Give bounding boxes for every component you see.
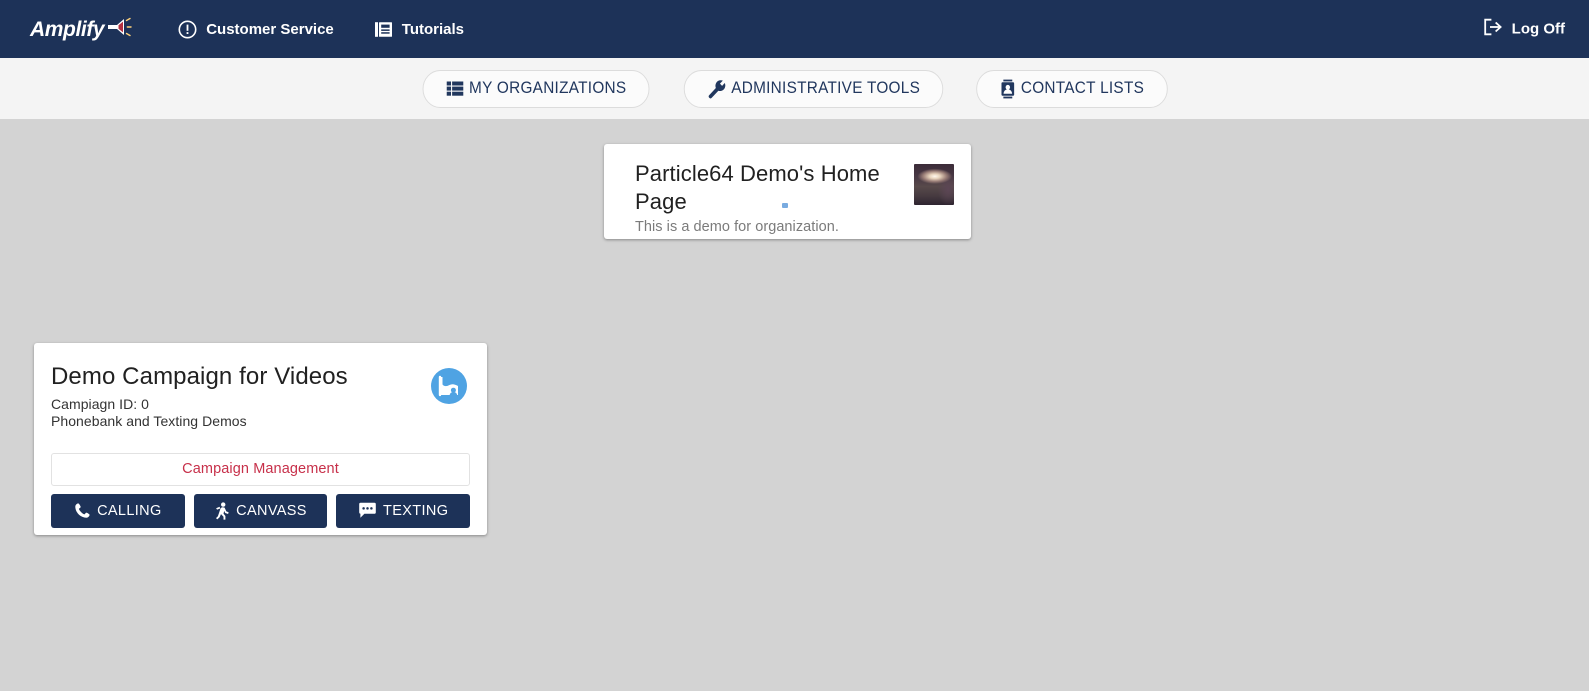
calling-button[interactable]: CALLING (51, 493, 185, 528)
contact-lists-button[interactable]: CONTACT LISTS (976, 69, 1168, 108)
amplify-logo[interactable]: Amplify (24, 16, 132, 43)
campaign-title: Demo Campaign for Videos (51, 363, 348, 390)
list-grid-icon (446, 80, 465, 97)
nav-tutorials-label: Tutorials (401, 20, 465, 38)
organization-card-row: Particle64 Demo's Home Page This is a de… (635, 160, 955, 235)
campaign-action-buttons: CALLING CANVASS TEXTING (51, 493, 471, 528)
texting-label: TEXTING (383, 502, 449, 519)
megaphone-icon (106, 16, 132, 43)
nav-customer-service[interactable]: Customer Service (178, 20, 334, 39)
campaign-flag-icon (429, 366, 469, 406)
log-off-button[interactable]: Log Off (1483, 18, 1565, 41)
organization-thumbnail (914, 164, 954, 205)
chat-bubble-icon (358, 502, 377, 519)
calling-label: CALLING (97, 502, 162, 519)
organization-text-block: Particle64 Demo's Home Page This is a de… (635, 160, 914, 235)
campaign-management-box[interactable]: Campaign Management (51, 452, 470, 486)
log-off-label: Log Off (1511, 20, 1565, 38)
canvass-label: CANVASS (236, 502, 307, 519)
main-content-area: Particle64 Demo's Home Page This is a de… (0, 119, 1589, 691)
campaign-card: Demo Campaign for Videos Campiagn ID: 0 … (34, 343, 487, 535)
campaign-description: Phonebank and Texting Demos (51, 413, 247, 430)
administrative-tools-button[interactable]: ADMINISTRATIVE TOOLS (684, 69, 944, 108)
campaign-meta: Campiagn ID: 0 Phonebank and Texting Dem… (51, 396, 348, 430)
exclamation-circle-icon (178, 20, 197, 39)
nav-tutorials[interactable]: Tutorials (374, 20, 464, 39)
contact-card-icon (1000, 79, 1017, 99)
contact-lists-label: CONTACT LISTS (1021, 79, 1145, 97)
campaign-card-header: Demo Campaign for Videos Campiagn ID: 0 … (51, 363, 470, 431)
book-document-icon (374, 20, 393, 39)
organization-title: Particle64 Demo's Home Page (635, 161, 880, 214)
wrench-icon (707, 79, 727, 99)
organization-subtitle: This is a demo for organization. (635, 219, 839, 235)
my-organizations-label: MY ORGANIZATIONS (469, 79, 627, 97)
my-organizations-button[interactable]: MY ORGANIZATIONS (422, 69, 650, 108)
walking-person-icon (214, 501, 230, 520)
cursor-artifact (782, 203, 788, 208)
administrative-tools-label: ADMINISTRATIVE TOOLS (731, 79, 921, 97)
top-header-bar: Amplify Customer Service Tutorials Log O… (0, 0, 1589, 58)
sub-navigation-bar: MY ORGANIZATIONS ADMINISTRATIVE TOOLS CO… (0, 58, 1589, 119)
brand-name: Amplify (30, 17, 105, 41)
nav-customer-service-label: Customer Service (206, 20, 334, 38)
campaign-id-label: Campiagn ID: 0 (51, 396, 149, 413)
organization-home-card[interactable]: Particle64 Demo's Home Page This is a de… (604, 144, 971, 239)
phone-icon (74, 502, 91, 519)
texting-button[interactable]: TEXTING (336, 493, 471, 528)
canvass-button[interactable]: CANVASS (193, 493, 328, 528)
logout-icon (1483, 18, 1503, 41)
campaign-text-block: Demo Campaign for Videos Campiagn ID: 0 … (51, 363, 348, 431)
campaign-management-link[interactable]: Campaign Management (182, 461, 339, 477)
